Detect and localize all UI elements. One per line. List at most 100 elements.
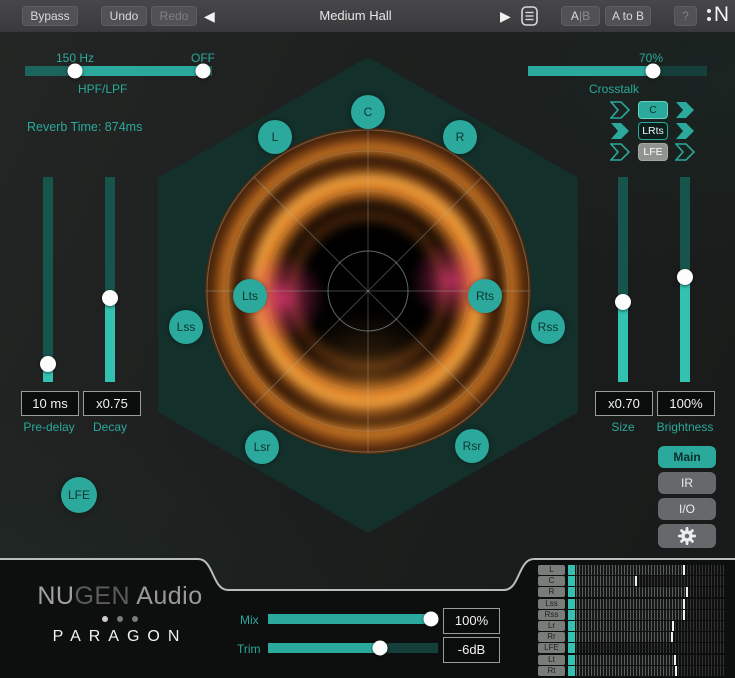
channel-button-c[interactable]: C: [351, 95, 385, 129]
meter-label: LFE: [538, 643, 565, 653]
preset-list-icon[interactable]: [521, 6, 538, 26]
hpf-handle[interactable]: [68, 64, 83, 79]
reverb-time-readout: Reverb Time: 874ms: [27, 120, 142, 134]
brightness-value[interactable]: 100%: [657, 391, 715, 416]
meter-label: Lr: [538, 621, 565, 631]
trim-value[interactable]: -6dB: [443, 637, 500, 663]
mix-slider[interactable]: [268, 614, 438, 624]
routing-row-lrts: LRts: [610, 122, 696, 140]
channel-button-l[interactable]: L: [258, 120, 292, 154]
help-button[interactable]: ?: [674, 6, 697, 26]
mix-handle[interactable]: [424, 612, 439, 627]
decay-value[interactable]: x0.75: [83, 391, 141, 416]
channel-button-rsr[interactable]: Rsr: [455, 429, 489, 463]
route-in-chevron-icon[interactable]: [610, 101, 631, 119]
trim-slider[interactable]: [268, 643, 438, 653]
nugen-audio-wordmark: NUGEN Audio: [30, 582, 210, 611]
meter-active-range: [576, 632, 671, 642]
meter-bar: [576, 632, 726, 642]
ab-a-label: A: [571, 9, 579, 23]
brightness-handle[interactable]: [677, 269, 693, 285]
predelay-handle[interactable]: [40, 356, 56, 372]
channel-button-lss[interactable]: Lss: [169, 310, 203, 344]
meter-row-lr: Lr: [538, 621, 726, 631]
gear-icon: [677, 526, 697, 546]
meter-label: Lss: [538, 599, 565, 609]
brightness-slider[interactable]: [680, 177, 690, 382]
predelay-value[interactable]: 10 ms: [21, 391, 79, 416]
bypass-button[interactable]: Bypass: [22, 6, 78, 26]
route-button-lfe[interactable]: LFE: [638, 143, 668, 161]
brand-block: NUGEN Audio PARAGON: [30, 582, 210, 646]
meter-level-block: [568, 621, 575, 631]
channel-button-rss[interactable]: Rss: [531, 310, 565, 344]
crosstalk-handle[interactable]: [646, 64, 661, 79]
meter-peak-tick: [671, 632, 673, 642]
channel-button-lsr[interactable]: Lsr: [245, 430, 279, 464]
mix-value[interactable]: 100%: [443, 608, 500, 634]
meter-row-c: C: [538, 576, 726, 586]
ab-b-label: B: [582, 9, 590, 23]
title-bar: Bypass Undo Redo ◀ Medium Hall ▶ A|B A t…: [0, 0, 735, 33]
channel-button-rts[interactable]: Rts: [468, 279, 502, 313]
route-out-chevron-icon[interactable]: [675, 122, 696, 140]
meter-level-block: [568, 565, 575, 575]
meter-label: L: [538, 565, 565, 575]
trim-handle[interactable]: [373, 641, 388, 656]
size-handle[interactable]: [615, 294, 631, 310]
next-preset-icon[interactable]: ▶: [500, 7, 511, 25]
size-label: Size: [588, 420, 658, 434]
route-in-chevron-icon[interactable]: [610, 143, 631, 161]
meter-label: R: [538, 587, 565, 597]
nugen-logo-dots: [707, 9, 711, 21]
brand-dots: [30, 616, 210, 622]
meter-label: Rr: [538, 632, 565, 642]
wordmark-gen: GEN: [74, 582, 130, 610]
meter-active-range: [576, 610, 683, 620]
tab-main[interactable]: Main: [658, 446, 716, 468]
brightness-label: Brightness: [650, 420, 720, 434]
a-to-b-button[interactable]: A to B: [605, 6, 651, 26]
channel-button-lfe[interactable]: LFE: [61, 477, 97, 513]
size-slider[interactable]: [618, 177, 628, 382]
lpf-handle[interactable]: [195, 64, 210, 79]
meter-level-block: [568, 666, 575, 676]
hpf-lpf-slider[interactable]: [25, 66, 212, 76]
route-in-chevron-icon[interactable]: [610, 122, 631, 140]
preset-name[interactable]: Medium Hall: [258, 8, 453, 23]
size-value[interactable]: x0.70: [595, 391, 653, 416]
meter-row-rr: Rr: [538, 632, 726, 642]
meter-bar: [576, 643, 726, 653]
crosstalk-fill: [528, 66, 653, 76]
meter-row-lfe: LFE: [538, 643, 726, 653]
route-out-chevron-icon[interactable]: [675, 101, 696, 119]
meter-level-block: [568, 610, 575, 620]
meter-bar: [576, 599, 726, 609]
tab-io[interactable]: I/O: [658, 498, 716, 520]
trim-fill: [268, 643, 380, 653]
undo-button[interactable]: Undo: [101, 6, 147, 26]
meter-row-lt: Lt: [538, 655, 726, 665]
predelay-slider[interactable]: [43, 177, 53, 382]
route-button-c[interactable]: C: [638, 101, 668, 119]
decay-slider[interactable]: [105, 177, 115, 382]
ab-toggle-button[interactable]: A|B: [561, 6, 600, 26]
meter-bar: [576, 610, 726, 620]
decay-handle[interactable]: [102, 290, 118, 306]
crosstalk-slider[interactable]: [528, 66, 707, 76]
route-out-chevron-icon[interactable]: [675, 143, 696, 161]
settings-button[interactable]: [658, 524, 716, 548]
tab-ir[interactable]: IR: [658, 472, 716, 494]
previous-preset-icon[interactable]: ◀: [204, 7, 215, 25]
routing-panel: C LRts LFE: [610, 101, 696, 161]
mix-label: Mix: [240, 613, 266, 627]
channel-button-r[interactable]: R: [443, 120, 477, 154]
decay-fill: [105, 298, 115, 382]
nugen-logo-n: N: [714, 4, 729, 25]
channel-button-lts[interactable]: Lts: [233, 279, 267, 313]
meter-level-block: [568, 643, 575, 653]
route-button-lrts[interactable]: LRts: [638, 122, 668, 140]
redo-button[interactable]: Redo: [151, 6, 197, 26]
meter-active-range: [576, 621, 672, 631]
meter-peak-tick: [672, 621, 674, 631]
